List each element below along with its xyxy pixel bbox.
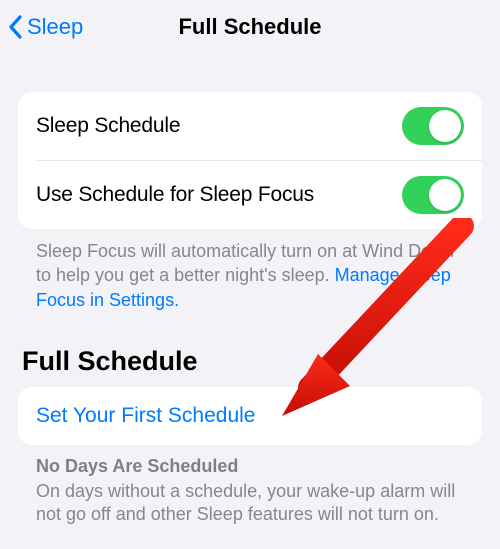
nav-bar: Sleep Full Schedule <box>0 0 500 54</box>
toggle-use-schedule-focus[interactable] <box>402 176 464 214</box>
empty-body: On days without a schedule, your wake-up… <box>36 481 455 525</box>
back-label: Sleep <box>27 14 83 40</box>
chevron-left-icon <box>8 15 23 39</box>
empty-schedule-note: No Days Are Scheduled On days without a … <box>18 445 482 527</box>
back-button[interactable]: Sleep <box>8 0 83 54</box>
toggle-knob <box>429 110 461 142</box>
toggle-sleep-schedule[interactable] <box>402 107 464 145</box>
group-footer: Sleep Focus will automatically turn on a… <box>18 229 482 312</box>
row-label: Sleep Schedule <box>36 114 180 138</box>
row-label: Use Schedule for Sleep Focus <box>36 183 314 207</box>
row-use-schedule-focus: Use Schedule for Sleep Focus <box>36 160 482 229</box>
settings-group-set-schedule: Set Your First Schedule <box>18 387 482 445</box>
empty-title: No Days Are Scheduled <box>36 455 464 479</box>
toggle-knob <box>429 179 461 211</box>
settings-group-schedule: Sleep Schedule Use Schedule for Sleep Fo… <box>18 92 482 229</box>
section-header-full-schedule: Full Schedule <box>18 312 482 387</box>
set-first-schedule-button[interactable]: Set Your First Schedule <box>18 387 482 445</box>
row-sleep-schedule: Sleep Schedule <box>18 92 482 160</box>
